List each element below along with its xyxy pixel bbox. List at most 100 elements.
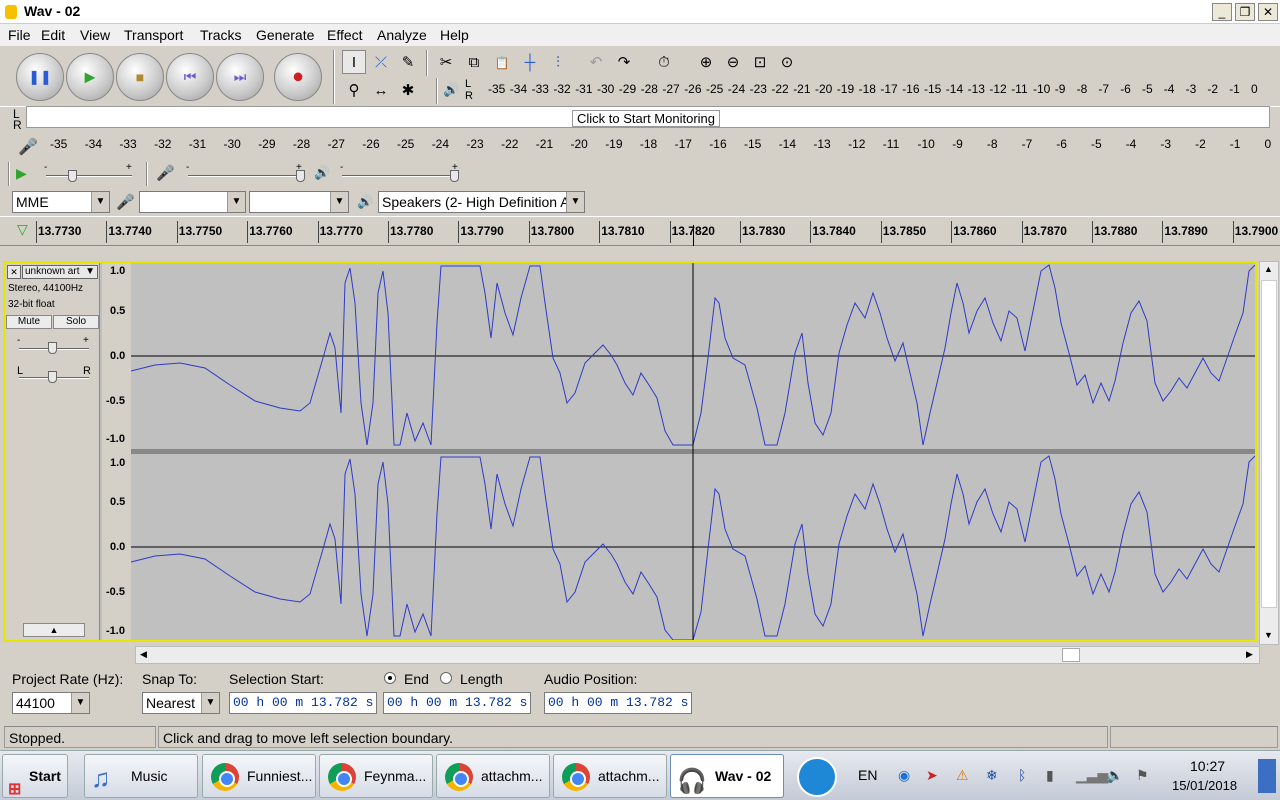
vertical-scroll-thumb[interactable] [1261,280,1277,608]
sync-lock-icon[interactable]: ⏱ [652,50,676,74]
draw-tool[interactable]: ✎ [396,50,420,74]
track-close-button[interactable]: ✕ [7,265,21,279]
cut-icon[interactable]: ✂ [434,50,458,74]
input-volume-thumb[interactable] [296,170,305,182]
selection-end-time[interactable]: 00 h 00 m 13.782 s [383,692,531,714]
horizontal-scroll-thumb[interactable] [1062,648,1080,662]
tray-red-arrow-icon[interactable]: ➤ [926,767,938,784]
zoom-out-icon[interactable]: ⊖ [721,50,745,74]
taskbar-item-music[interactable]: ♫ Music [84,754,198,798]
menu-analyze[interactable]: Analyze [377,27,427,43]
trim-icon[interactable]: ┼ [518,50,542,74]
show-desktop-button[interactable] [1258,759,1276,793]
audio-host-select[interactable]: MME ▼ [12,191,110,213]
playback-meter[interactable]: -35 -34 -33 -32 -31 -30 -29 -28 -27 -26 -25 -24 -23-… [488,82,1268,98]
menu-help[interactable]: Help [440,27,469,43]
scroll-up-icon[interactable]: ▲ [1264,264,1273,274]
zoom-tool[interactable]: ⚲ [342,78,366,102]
collapse-track-button[interactable]: ▲ [23,623,85,637]
horizontal-scrollbar[interactable]: ◀ ▶ [135,646,1260,664]
menu-bar: File Edit View Transport Tracks Generate… [0,24,1280,46]
vertical-scale[interactable]: 1.0 0.5 0.0 -0.5 -1.0 1.0 0.5 0.0 -0.5 -… [102,263,131,640]
scroll-right-icon[interactable]: ▶ [1246,649,1253,660]
copy-icon[interactable]: ⧉ [462,50,486,74]
playback-device-select[interactable]: Speakers (2- High Definition Au ▼ [378,191,585,213]
language-indicator[interactable]: EN [858,767,877,783]
menu-effect[interactable]: Effect [327,27,363,43]
start-button[interactable]: ⊞ Start [2,754,68,798]
input-volume-slider[interactable] [188,175,304,177]
recording-device-select[interactable]: ▼ [139,191,246,213]
project-rate-select[interactable]: 44100 ▼ [12,692,90,714]
audacity-app-icon[interactable] [5,5,17,19]
vertical-scrollbar[interactable]: ▲ ▼ [1259,261,1279,645]
menu-edit[interactable]: Edit [41,27,65,43]
close-button[interactable]: ✕ [1258,3,1278,21]
play-head-icon[interactable]: ▽ [17,221,28,238]
maximize-button[interactable]: ❐ [1235,3,1255,21]
menu-generate[interactable]: Generate [256,27,314,43]
clock-date[interactable]: 15/01/2018 [1172,778,1237,793]
snap-to-select[interactable]: Nearest ▼ [142,692,220,714]
silence-icon[interactable]: ⫶ [546,50,570,74]
skip-to-end-button[interactable]: ⏭ [216,53,264,101]
taskbar-item-chrome-3[interactable]: attachm... [436,754,550,798]
waveform-svg[interactable] [5,263,1255,640]
zoom-in-icon[interactable]: ⊕ [694,50,718,74]
menu-transport[interactable]: Transport [124,27,183,43]
output-volume-slider[interactable] [342,175,458,177]
play-at-speed-icon[interactable]: ▶ [16,165,27,182]
microphone-icon: 🎤 [18,139,38,156]
end-radio[interactable] [384,672,396,684]
fit-selection-icon[interactable]: ⊡ [748,50,772,74]
scroll-down-icon[interactable]: ▼ [1264,630,1273,640]
menu-file[interactable]: File [8,27,31,43]
mute-button[interactable]: Mute [6,315,52,329]
play-button[interactable]: ▶ [66,53,114,101]
audio-position-time[interactable]: 00 h 00 m 13.782 s [544,692,692,714]
pause-button[interactable]: ❚❚ [16,53,64,101]
scroll-left-icon[interactable]: ◀ [140,649,147,660]
signal-icon[interactable]: ▁▃▅ [1076,767,1108,784]
taskbar-item-chrome-4[interactable]: attachm... [553,754,667,798]
power-icon[interactable]: ▮ [1046,767,1054,784]
tray-app-icon[interactable]: ◉ [898,767,910,784]
play-speed-slider[interactable] [46,175,132,177]
multi-tool[interactable]: ✱ [396,78,420,102]
recording-channels-select[interactable]: ▼ [249,191,349,213]
audio-track[interactable]: 1.0 0.5 0.0 -0.5 -1.0 1.0 0.5 0.0 -0.5 -… [3,261,1257,642]
skip-to-start-button[interactable]: ⏮ [166,53,214,101]
taskbar-item-chrome-2[interactable]: Feynma... [319,754,433,798]
length-radio[interactable] [440,672,452,684]
timeshift-tool[interactable]: ↔ [369,78,393,102]
gain-thumb[interactable] [48,342,57,354]
timeline-ruler[interactable]: ▽ 13.7730 13.7740 13.7750 13.7760 13.7770 13.… [0,216,1280,247]
output-volume-thumb[interactable] [450,170,459,182]
track-name-menu[interactable]: unknown art ▼ [22,265,98,279]
redo-icon[interactable]: ↷ [612,50,636,74]
start-monitoring-label[interactable]: Click to Start Monitoring [572,110,720,127]
pinned-app-icon[interactable] [797,757,837,797]
taskbar-item-audacity[interactable]: 🎧 Wav - 02 [670,754,784,798]
action-center-flag-icon[interactable]: ⚑ [1136,767,1149,784]
solo-button[interactable]: Solo [53,315,99,329]
clock-time[interactable]: 10:27 [1190,758,1225,774]
selection-start-time[interactable]: 00 h 00 m 13.782 s [229,692,377,714]
undo-icon[interactable]: ↶ [584,50,608,74]
selection-tool[interactable]: I [342,50,366,74]
record-button[interactable]: ● [274,53,322,101]
minimize-button[interactable]: _ [1212,3,1232,21]
tray-update-icon[interactable]: ⚠ [956,767,969,784]
menu-tracks[interactable]: Tracks [200,27,241,43]
stop-button[interactable]: ■ [116,53,164,101]
play-speed-thumb[interactable] [68,170,77,182]
fit-project-icon[interactable]: ⊙ [775,50,799,74]
bluetooth-icon[interactable]: ᛒ [1018,767,1026,783]
paste-icon[interactable]: 📋 [490,50,514,74]
pan-thumb[interactable] [48,371,57,383]
taskbar-item-chrome-1[interactable]: Funniest... [202,754,316,798]
menu-view[interactable]: View [80,27,110,43]
envelope-tool[interactable]: ⤫ [369,50,393,74]
volume-icon[interactable]: 🔈 [1106,767,1123,784]
tray-network-app-icon[interactable]: ❄ [986,767,998,784]
